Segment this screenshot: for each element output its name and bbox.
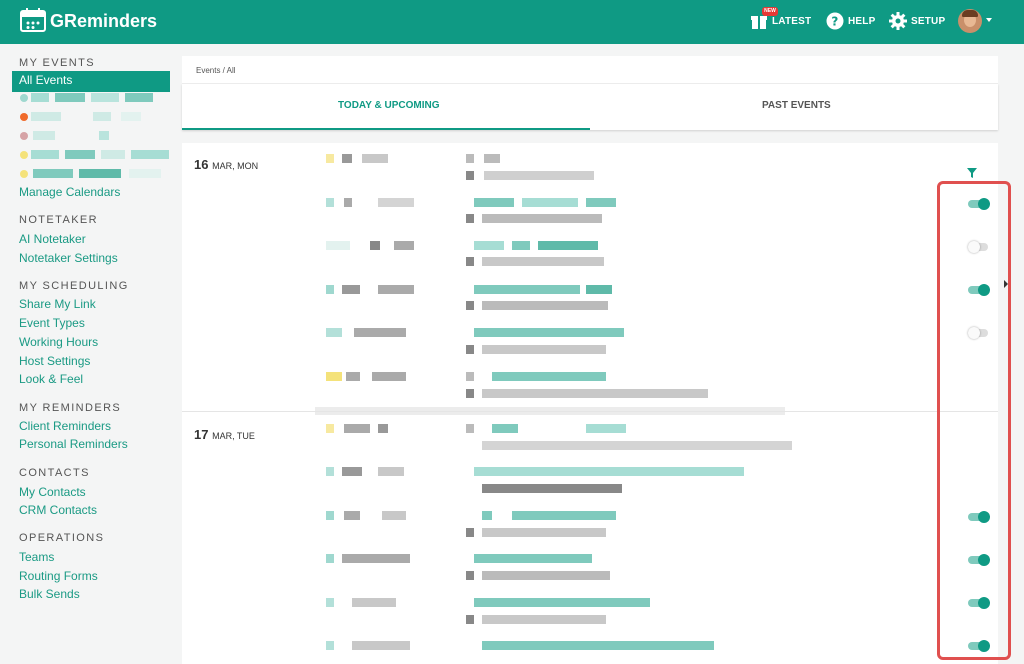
calendar-item[interactable] (19, 112, 169, 122)
sidebar-item-look-feel[interactable]: Look & Feel (19, 372, 83, 386)
tab-past-events[interactable]: PAST EVENTS (762, 100, 831, 111)
sidebar-item-host-settings[interactable]: Host Settings (19, 354, 90, 368)
day-header: 16 MAR, MON (194, 157, 259, 172)
sidebar-item-routing-forms[interactable]: Routing Forms (19, 569, 98, 583)
gear-icon (889, 12, 907, 30)
svg-text:?: ? (831, 15, 838, 29)
sidebar-item-personal-reminders[interactable]: Personal Reminders (19, 437, 128, 451)
calendar-logo-icon[interactable] (20, 8, 46, 32)
toggle-column-highlight (937, 181, 1011, 660)
calendar-item[interactable] (19, 93, 169, 103)
sidebar-item-notetaker-settings[interactable]: Notetaker Settings (19, 251, 118, 265)
section-my-scheduling: MY SCHEDULING (19, 280, 129, 292)
brand-name[interactable]: GReminders (50, 11, 157, 32)
sidebar-item-manage-calendars[interactable]: Manage Calendars (19, 185, 120, 199)
calendar-item[interactable] (19, 150, 169, 160)
top-bar: GReminders LATEST NEW ? HELP SETUP (0, 0, 1024, 44)
event-tabs: TODAY & UPCOMING PAST EVENTS (182, 84, 998, 130)
new-badge: NEW (762, 7, 778, 16)
help-icon: ? (826, 12, 844, 30)
sidebar-item-crm-contacts[interactable]: CRM Contacts (19, 503, 97, 517)
sidebar-item-working-hours[interactable]: Working Hours (19, 335, 98, 349)
sidebar-item-all-events[interactable]: All Events (12, 71, 170, 90)
sidebar-item-client-reminders[interactable]: Client Reminders (19, 419, 111, 433)
sidebar-item-share-my-link[interactable]: Share My Link (19, 297, 96, 311)
sidebar-item-my-contacts[interactable]: My Contacts (19, 485, 86, 499)
section-contacts: CONTACTS (19, 467, 90, 479)
filter-icon[interactable] (967, 168, 977, 178)
help-button[interactable]: ? HELP (826, 11, 875, 31)
user-avatar[interactable] (958, 9, 982, 33)
chevron-down-icon[interactable] (986, 18, 992, 22)
section-notetaker: NOTETAKER (19, 214, 99, 226)
sidebar-item-event-types[interactable]: Event Types (19, 316, 85, 330)
day-header: 17 MAR, TUE (194, 427, 255, 442)
section-operations: OPERATIONS (19, 532, 105, 544)
calendar-item[interactable] (19, 169, 169, 179)
caret-right-icon (1004, 280, 1008, 288)
setup-button[interactable]: SETUP (889, 11, 945, 31)
active-tab-indicator (182, 128, 590, 130)
breadcrumb[interactable]: Events / All (196, 66, 236, 75)
section-my-events: MY EVENTS (19, 57, 95, 69)
section-my-reminders: MY REMINDERS (19, 402, 122, 414)
latest-label: LATEST (772, 15, 812, 27)
sidebar-item-teams[interactable]: Teams (19, 550, 54, 564)
sidebar-item-bulk-sends[interactable]: Bulk Sends (19, 587, 80, 601)
events-list: 16 MAR, MON 17 MAR, TUE (182, 143, 998, 664)
sidebar-item-ai-notetaker[interactable]: AI Notetaker (19, 232, 86, 246)
calendar-item[interactable] (19, 131, 169, 141)
latest-button[interactable]: LATEST (750, 11, 811, 31)
setup-label: SETUP (911, 15, 946, 27)
breadcrumb-bar: Events / All (182, 56, 998, 84)
help-label: HELP (848, 15, 876, 27)
tab-today-upcoming[interactable]: TODAY & UPCOMING (338, 100, 440, 111)
